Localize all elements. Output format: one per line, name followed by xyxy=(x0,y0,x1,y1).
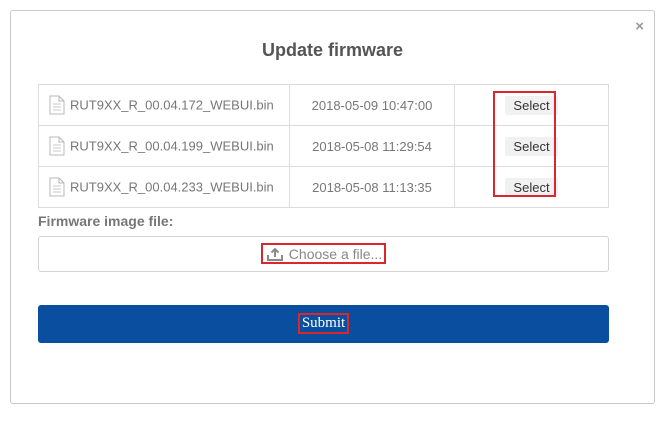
file-date: 2018-05-08 11:13:35 xyxy=(289,166,455,208)
file-name: RUT9XX_R_00.04.233_WEBUI.bin xyxy=(70,179,274,195)
submit-label: Submit xyxy=(297,313,350,334)
file-icon xyxy=(49,95,65,115)
close-icon[interactable]: × xyxy=(635,19,644,34)
file-icon xyxy=(49,136,65,156)
file-action-cell: Select xyxy=(454,84,609,126)
file-name-cell: RUT9XX_R_00.04.199_WEBUI.bin xyxy=(38,125,290,167)
file-date: 2018-05-08 11:29:54 xyxy=(289,125,455,167)
firmware-file-table: RUT9XX_R_00.04.172_WEBUI.bin 2018-05-09 … xyxy=(38,84,609,208)
file-name-cell: RUT9XX_R_00.04.233_WEBUI.bin xyxy=(38,166,290,208)
file-name: RUT9XX_R_00.04.172_WEBUI.bin xyxy=(70,97,274,113)
table-row: RUT9XX_R_00.04.172_WEBUI.bin 2018-05-09 … xyxy=(38,84,609,126)
table-row: RUT9XX_R_00.04.199_WEBUI.bin 2018-05-08 … xyxy=(38,125,609,167)
select-button[interactable]: Select xyxy=(505,136,558,156)
file-name: RUT9XX_R_00.04.199_WEBUI.bin xyxy=(70,138,274,154)
select-button[interactable]: Select xyxy=(505,95,558,115)
choose-file-button[interactable]: Choose a file... xyxy=(260,243,387,264)
firmware-file-input[interactable]: Choose a file... xyxy=(38,236,609,272)
firmware-image-label: Firmware image file: xyxy=(38,213,174,229)
file-action-cell: Select xyxy=(454,166,609,208)
file-date: 2018-05-09 10:47:00 xyxy=(289,84,455,126)
choose-file-label: Choose a file... xyxy=(288,246,383,262)
select-button[interactable]: Select xyxy=(505,177,558,197)
submit-button[interactable]: Submit xyxy=(38,305,609,343)
file-action-cell: Select xyxy=(454,125,609,167)
table-row: RUT9XX_R_00.04.233_WEBUI.bin 2018-05-08 … xyxy=(38,166,609,208)
upload-icon xyxy=(266,247,283,261)
file-icon xyxy=(49,177,65,197)
dialog-title: Update firmware xyxy=(261,40,404,60)
file-name-cell: RUT9XX_R_00.04.172_WEBUI.bin xyxy=(38,84,290,126)
